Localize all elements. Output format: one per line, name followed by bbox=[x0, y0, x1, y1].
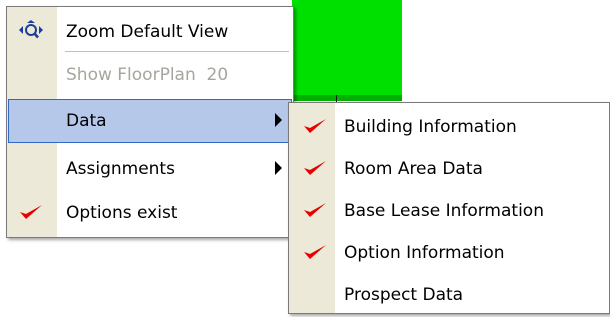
submenu-item-option-information[interactable]: Option Information bbox=[290, 231, 608, 275]
menu-item-options-exist[interactable]: Options exist bbox=[8, 191, 292, 235]
submenu-item-label: Building Information bbox=[344, 117, 517, 137]
submenu-arrow-icon bbox=[275, 113, 282, 127]
context-menu: Zoom Default View Show FloorPlan 20 Data… bbox=[6, 6, 294, 238]
checkmark-icon bbox=[16, 201, 46, 225]
menu-item-label: Show FloorPlan 20 bbox=[66, 65, 229, 85]
menu-item-label: Zoom Default View bbox=[66, 22, 229, 42]
floorplan-green-edge bbox=[292, 95, 402, 101]
submenu-item-building-information[interactable]: Building Information bbox=[290, 105, 608, 149]
floorplan-green-area bbox=[292, 0, 402, 100]
submenu-item-label: Base Lease Information bbox=[344, 201, 544, 221]
menu-item-zoom-default-view[interactable]: Zoom Default View bbox=[8, 10, 292, 54]
submenu-item-label: Prospect Data bbox=[344, 285, 464, 305]
data-submenu: Building Information Room Area Data Base… bbox=[288, 102, 610, 314]
submenu-arrow-icon bbox=[275, 161, 282, 175]
checkmark-icon bbox=[300, 157, 330, 181]
menu-item-assignments[interactable]: Assignments bbox=[8, 147, 292, 191]
menu-separator bbox=[65, 51, 289, 52]
checkmark-icon bbox=[300, 199, 330, 223]
submenu-item-prospect-data[interactable]: Prospect Data bbox=[290, 273, 608, 317]
checkmark-icon bbox=[300, 115, 330, 139]
menu-item-label: Data bbox=[66, 111, 107, 131]
submenu-item-label: Room Area Data bbox=[344, 159, 483, 179]
submenu-item-base-lease-information[interactable]: Base Lease Information bbox=[290, 189, 608, 233]
submenu-item-label: Option Information bbox=[344, 243, 505, 263]
menu-item-data[interactable]: Data bbox=[8, 99, 292, 143]
checkmark-icon bbox=[300, 241, 330, 265]
menu-item-label: Assignments bbox=[66, 159, 175, 179]
menu-item-label: Options exist bbox=[66, 203, 178, 223]
submenu-item-room-area-data[interactable]: Room Area Data bbox=[290, 147, 608, 191]
zoom-icon bbox=[16, 20, 46, 44]
menu-item-show-floorplan[interactable]: Show FloorPlan 20 bbox=[8, 53, 292, 97]
